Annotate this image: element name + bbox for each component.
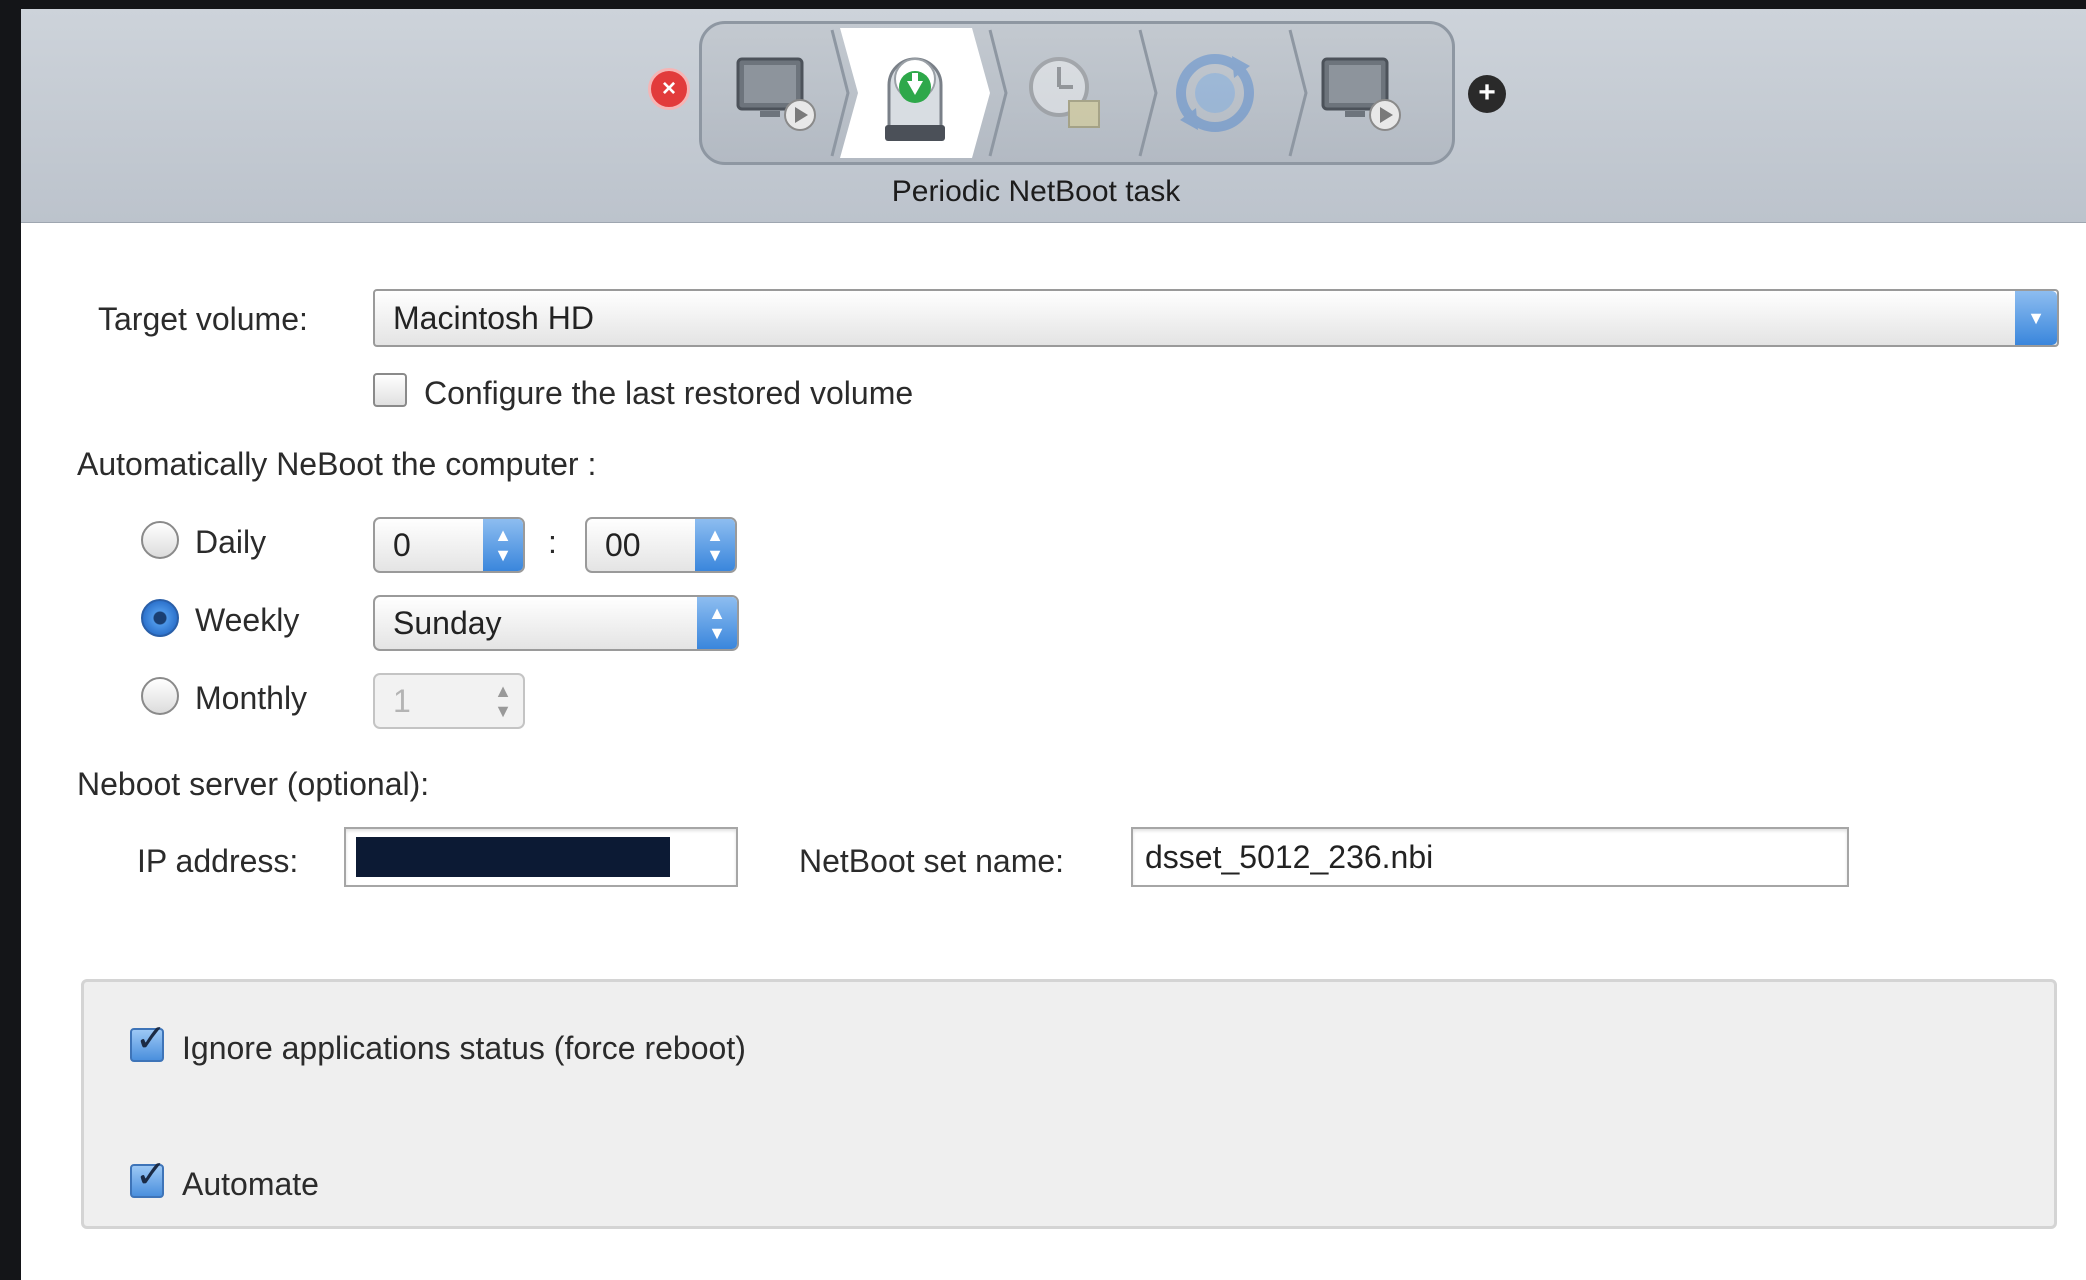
- restore-disk-icon: [885, 57, 945, 141]
- step-netboot-end[interactable]: [1292, 28, 1432, 158]
- weekly-radio[interactable]: [141, 599, 179, 637]
- monthly-radio[interactable]: [141, 677, 179, 715]
- checkmark-icon: ✓: [135, 1018, 167, 1060]
- monthly-label: Monthly: [195, 680, 308, 716]
- automate-label: Automate: [182, 1166, 319, 1202]
- auto-netboot-label: Automatically NeBoot the computer :: [77, 446, 597, 482]
- netboot-icon: [736, 57, 816, 131]
- target-volume-popup[interactable]: Macintosh HD ▼: [373, 289, 2059, 347]
- netboot-set-label: NetBoot set name:: [799, 843, 1065, 879]
- chevron-down-icon: ▼: [2015, 291, 2057, 345]
- ip-address-field[interactable]: [344, 827, 738, 887]
- weekday-value: Sunday: [393, 605, 502, 641]
- time-separator: :: [548, 524, 557, 560]
- netboot-set-field[interactable]: dsset_5012_236.nbi: [1131, 827, 1849, 887]
- hour-stepper[interactable]: 0 ▲ ▼: [373, 517, 525, 573]
- hour-value: 0: [393, 527, 411, 563]
- remove-task-button[interactable]: ×: [648, 68, 690, 110]
- schedule-icon: [1029, 57, 1100, 128]
- monthday-value: 1: [393, 683, 411, 719]
- add-step-button[interactable]: +: [1468, 75, 1506, 113]
- configure-last-label: Configure the last restored volume: [424, 375, 914, 411]
- server-label: Neboot server (optional):: [77, 766, 430, 802]
- configure-last-checkbox[interactable]: [373, 373, 407, 407]
- weekly-label: Weekly: [195, 602, 300, 638]
- refresh-icon: [1176, 54, 1254, 132]
- target-volume-value: Macintosh HD: [393, 300, 594, 336]
- step-refresh[interactable]: [1142, 28, 1288, 158]
- ignore-apps-checkbox[interactable]: ✓: [130, 1018, 167, 1062]
- target-volume-label: Target volume:: [98, 301, 308, 337]
- daily-radio[interactable]: [141, 521, 179, 559]
- step-schedule[interactable]: [992, 28, 1138, 158]
- automate-checkbox[interactable]: ✓: [130, 1154, 167, 1198]
- stepper-arrows-icon: ▲ ▼: [695, 519, 735, 571]
- stepper-arrows-icon: ▲ ▼: [697, 597, 737, 649]
- ip-address-label: IP address:: [137, 843, 299, 879]
- daily-label: Daily: [195, 524, 267, 560]
- task-window: × + Periodic NetBoot task Target volume:…: [21, 9, 2086, 1280]
- options-group: ✓ Ignore applications status (force rebo…: [81, 979, 2057, 1229]
- ignore-apps-label: Ignore applications status (force reboot…: [182, 1030, 746, 1066]
- task-steps-strip: [699, 21, 1455, 165]
- minute-stepper[interactable]: 00 ▲ ▼: [585, 517, 737, 573]
- minute-value: 00: [605, 527, 641, 563]
- netboot-icon: [1321, 57, 1401, 131]
- stepper-arrows-icon: ▲ ▼: [494, 681, 512, 721]
- checkmark-icon: ✓: [135, 1154, 167, 1196]
- step-restore[interactable]: [840, 28, 990, 158]
- redaction-block: [356, 837, 670, 877]
- task-toolbar: × + Periodic NetBoot task: [21, 9, 2086, 223]
- task-title: Periodic NetBoot task: [891, 175, 1181, 208]
- monthday-stepper: 1 ▲ ▼: [373, 673, 525, 729]
- weekday-popup[interactable]: Sunday ▲ ▼: [373, 595, 739, 651]
- stepper-arrows-icon: ▲ ▼: [483, 519, 523, 571]
- step-netboot-start[interactable]: [714, 28, 840, 158]
